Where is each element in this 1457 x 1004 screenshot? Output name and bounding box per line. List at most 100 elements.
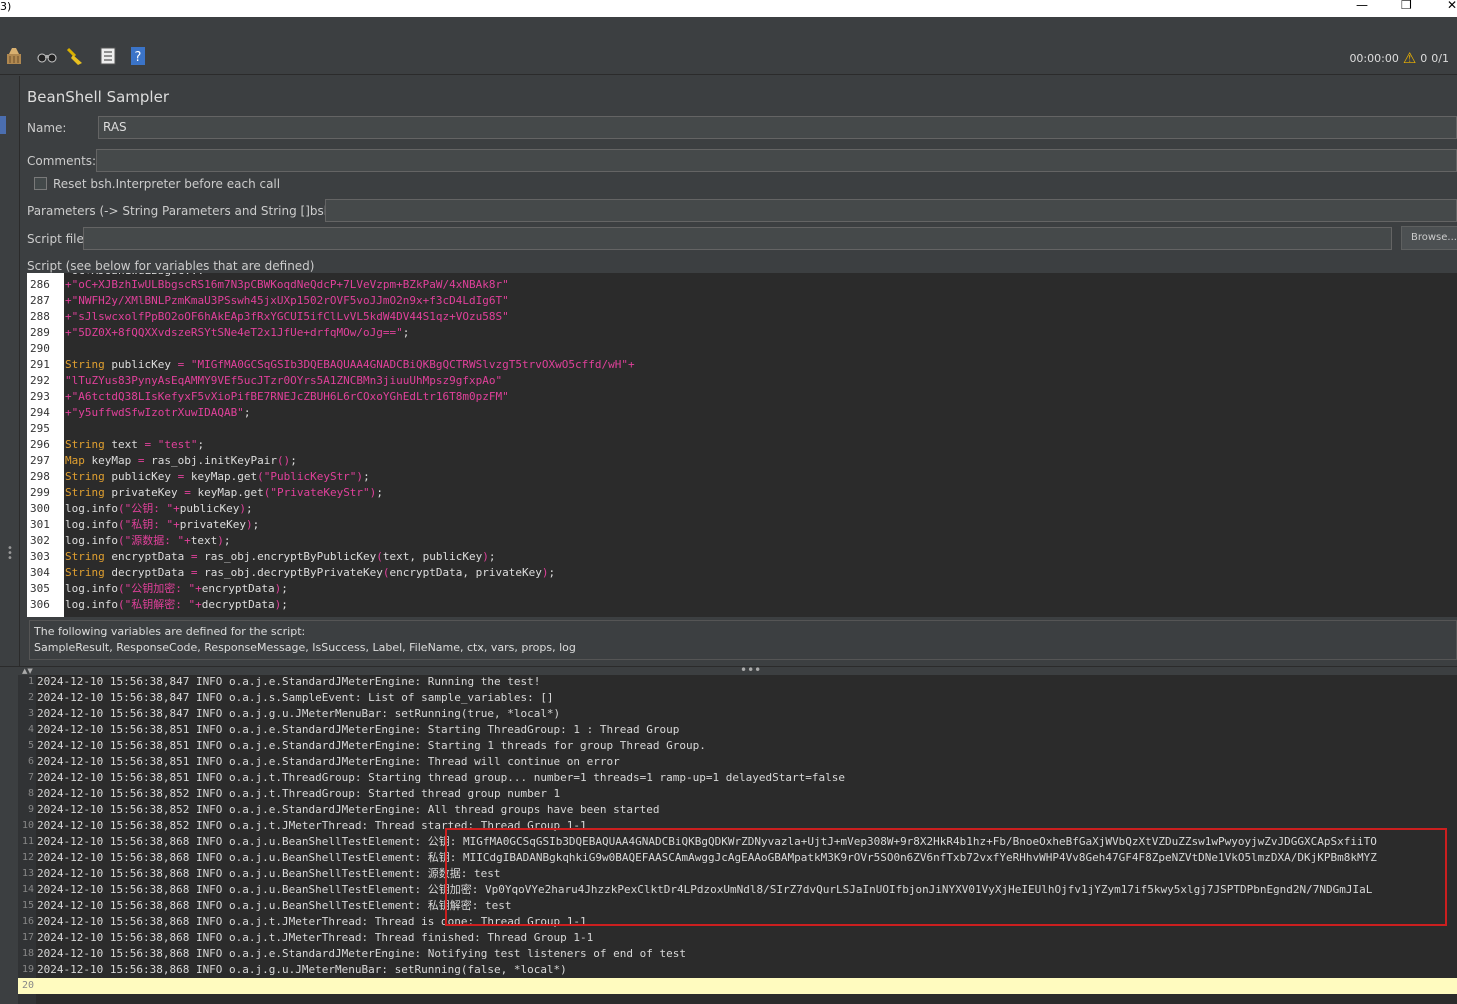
line-number: 293 [30, 390, 50, 403]
line-number: 290 [30, 342, 50, 355]
help-icon[interactable]: ? [128, 46, 148, 66]
log-line-number: 12 [21, 852, 34, 863]
code-token: encryptData, privateKey [389, 566, 542, 579]
log-text: 2024-12-10 15:56:38,851 INFO o.a.j.e.Sta… [37, 755, 620, 768]
comments-label: Comments: [27, 154, 97, 168]
code-text: log.info("公钥加密: "+encryptData); [65, 581, 288, 597]
log-line: 17 2024-12-10 15:56:38,868 INFO o.a.j.t.J… [18, 930, 1457, 946]
line-number: 291 [30, 358, 50, 371]
log-line-number: 15 [21, 900, 34, 911]
code-line: 302 log.info("源数据: "+text); [27, 533, 1457, 549]
log-splitter[interactable]: ▲▼ ••• [0, 663, 1457, 677]
code-keyword: String [65, 486, 105, 499]
code-token: ; [281, 582, 288, 595]
code-line: 304 String decryptData = ras_obj.decryptB… [27, 565, 1457, 581]
warning-count: 0 [1420, 51, 1428, 65]
code-string: = "MIGfMA0GCSqGSIb3DQEBAQUAA4GNADCBiQKBg… [177, 358, 635, 371]
code-string: ("公钥: "+ [117, 502, 180, 515]
warning-icon[interactable]: ⚠ [1403, 49, 1416, 67]
code-token: log.info [65, 518, 118, 531]
code-text: +"y5uffwdSfwIzotrXuwIDAQAB"; [65, 405, 250, 421]
splitter-arrows-icon[interactable]: ▲▼ [22, 667, 33, 675]
log-line-number: 8 [27, 788, 34, 799]
log-text: 2024-12-10 15:56:38,852 INFO o.a.j.t.Thr… [37, 787, 561, 800]
parameters-label: Parameters (-> String Parameters and Str… [27, 204, 366, 218]
code-text: +"A6tctdQ38LIsKefyxF5vXioPifBE7RNEJcZBUH… [65, 389, 509, 405]
log-line: 4 2024-12-10 15:56:38,851 INFO o.a.j.e.St… [18, 722, 1457, 738]
code-string: ( [376, 550, 383, 563]
code-line: 305 log.info("公钥加密: "+encryptData); [27, 581, 1457, 597]
log-text: 2024-12-10 15:56:38,851 INFO o.a.j.e.Sta… [37, 739, 706, 752]
parameters-field[interactable] [325, 199, 1457, 222]
minimize-icon[interactable]: — [1356, 0, 1368, 11]
code-token: ; [243, 406, 251, 419]
code-line: 288 +"sJlswcxolfPpBO2oOF6hAkEAp3fRxYGCUI5… [27, 309, 1457, 325]
log-line-number: 1 [27, 676, 34, 687]
code-token: keyMap.get [190, 486, 264, 499]
code-token: ; [281, 598, 288, 611]
line-number: 292 [30, 374, 50, 387]
line-number: 286 [30, 278, 50, 291]
log-line-number: 9 [27, 804, 34, 815]
log-line: 2 2024-12-10 15:56:38,847 INFO o.a.j.s.Sa… [18, 690, 1457, 706]
script-editor[interactable]: "oC+XJ8zh1wuLBbgsc..."286+"oC+XJBzhIwULB… [27, 273, 1457, 617]
line-number: 304 [30, 566, 50, 579]
log-line: 19 2024-12-10 15:56:38,868 INFO o.a.j.g.u… [18, 962, 1457, 978]
clear-broom-icon[interactable] [65, 46, 85, 66]
broom-icon[interactable] [4, 46, 24, 66]
code-text: "lTuZYus83PynyAsEqAMMY9VEf5ucJTzr0OYrs5A… [65, 373, 502, 389]
code-string: ( [382, 566, 390, 579]
binoculars-icon[interactable] [37, 46, 57, 66]
function-helper-icon[interactable] [98, 46, 118, 66]
close-icon[interactable]: ✕ [1447, 0, 1457, 11]
code-line: 293 +"A6tctdQ38LIsKefyxF5vXioPifBE7RNEJcZ… [27, 389, 1457, 405]
log-line: 9 2024-12-10 15:56:38,852 INFO o.a.j.e.St… [18, 802, 1457, 818]
code-line: 299 String privateKey = keyMap.get("Priva… [27, 485, 1457, 501]
code-text: +"oC+XJBzhIwULBbgscRS16m7N3pCBWKoqdNeQdc… [65, 277, 509, 293]
code-token: keyMap [84, 454, 138, 467]
line-number: 299 [30, 486, 50, 499]
code-text: log.info("源数据: "+text); [65, 533, 230, 549]
log-line: 18 2024-12-10 15:56:38,868 INFO o.a.j.e.S… [18, 946, 1457, 962]
script-label: Script (see below for variables that are… [27, 259, 315, 273]
line-number: 300 [30, 502, 50, 515]
code-line: 292 "lTuZYus83PynyAsEqAMMY9VEf5ucJTzr0OYr… [27, 373, 1457, 389]
code-token: privateKey [104, 486, 185, 499]
code-token: ; [548, 566, 556, 579]
log-line-number: 14 [21, 884, 34, 895]
code-text: Map keyMap = ras_obj.initKeyPair(); [65, 453, 297, 469]
maximize-icon[interactable]: ❐ [1401, 0, 1412, 11]
code-token: log.info [65, 582, 118, 595]
name-field[interactable]: RAS [98, 116, 1457, 139]
code-string: +"y5uffwdSfwIzotrXuwIDAQAB" [65, 406, 244, 419]
code-token: publicKey [179, 502, 240, 515]
code-text: String text = "test"; [65, 437, 204, 453]
line-number: 296 [30, 438, 50, 451]
line-number: 306 [30, 598, 50, 611]
comments-field[interactable] [96, 149, 1457, 172]
code-token: text [104, 438, 145, 451]
code-keyword: String [65, 470, 105, 483]
code-keyword: String [65, 438, 105, 451]
splitter-grip-icon[interactable]: ••• [7, 544, 13, 564]
code-line: 294 +"y5uffwdSfwIzotrXuwIDAQAB"; [27, 405, 1457, 421]
line-number: 298 [30, 470, 50, 483]
line-number: 297 [30, 454, 50, 467]
code-line: 297 Map keyMap = ras_obj.initKeyPair(); [27, 453, 1457, 469]
log-line: 1 2024-12-10 15:56:38,847 INFO o.a.j.e.St… [18, 675, 1457, 690]
code-string: ) [245, 518, 253, 531]
script-file-field[interactable] [83, 227, 1392, 250]
code-token: ; [376, 486, 383, 499]
code-token: log.info [65, 534, 118, 547]
log-viewer[interactable]: 1 2024-12-10 15:56:38,847 INFO o.a.j.e.St… [18, 675, 1457, 1004]
log-text: 2024-12-10 15:56:38,851 INFO o.a.j.e.Sta… [37, 723, 680, 736]
log-line: 7 2024-12-10 15:56:38,851 INFO o.a.j.t.Th… [18, 770, 1457, 786]
reset-interpreter-checkbox[interactable] [34, 177, 47, 190]
browse-button[interactable]: Browse... [1401, 226, 1457, 250]
log-line: 5 2024-12-10 15:56:38,851 INFO o.a.j.e.St… [18, 738, 1457, 754]
log-line-number: 6 [27, 756, 34, 767]
log-text: 2024-12-10 15:56:38,847 INFO o.a.j.g.u.J… [37, 707, 561, 720]
name-label: Name: [27, 121, 67, 135]
code-token: log.info [65, 502, 118, 515]
beanshell-sampler-panel: BeanShell Sampler Name: RAS Comments: Re… [21, 76, 1457, 666]
